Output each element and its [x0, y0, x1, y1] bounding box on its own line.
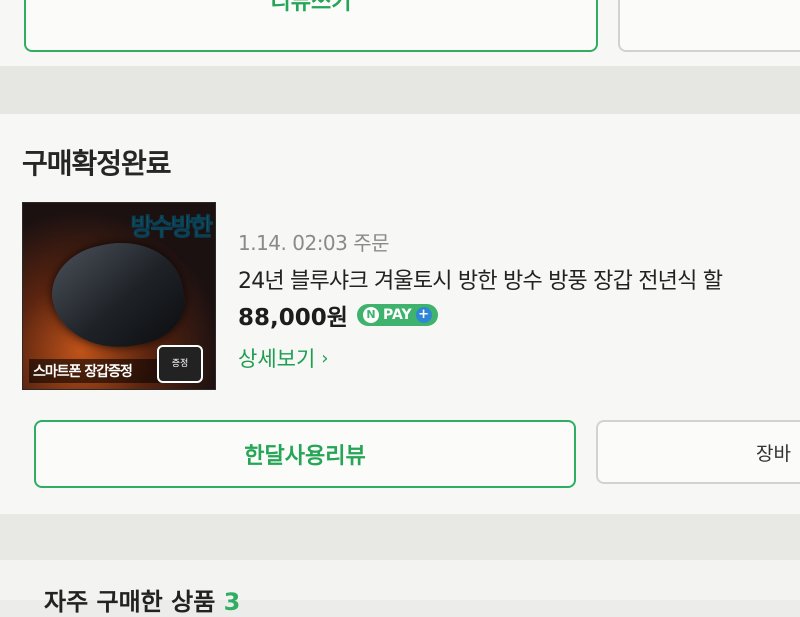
order-date: 1.14. 02:03 주문	[238, 231, 390, 255]
cart-button[interactable]: 장바	[596, 420, 800, 484]
detail-link[interactable]: 상세보기 ›	[238, 343, 328, 373]
thumbnail-sticker: 증정	[157, 345, 203, 383]
product-thumbnail[interactable]: 방수방한 스마트폰 장갑증정 증정	[22, 202, 216, 390]
previous-secondary-button[interactable]	[618, 0, 800, 52]
previous-order-card: 리뷰쓰기	[0, 0, 800, 66]
frequent-purchase-title-text: 자주 구매한 상품	[44, 588, 216, 616]
npay-plus-badge: N PAY +	[357, 304, 438, 326]
chevron-right-icon: ›	[321, 347, 329, 369]
plus-icon: +	[415, 307, 432, 323]
detail-link-label: 상세보기	[238, 347, 316, 371]
thumbnail-badge: 방수방한	[130, 213, 213, 242]
product-name-link[interactable]: 24년 블루샤크 겨울토시 방한 방수 방풍 장갑 전년식 할	[238, 263, 800, 295]
frequent-purchase-section: 자주 구매한 상품 3	[0, 560, 800, 616]
card-divider	[0, 66, 800, 114]
npay-label: PAY	[383, 307, 412, 323]
order-status-title: 구매확정완료	[22, 147, 172, 180]
card-divider-2	[0, 514, 800, 560]
previous-review-button-label: 리뷰쓰기	[270, 0, 352, 15]
frequent-purchase-count: 3	[223, 588, 241, 616]
month-review-button[interactable]: 한달사용리뷰	[34, 420, 576, 488]
previous-review-button[interactable]: 리뷰쓰기	[24, 0, 598, 52]
npay-n-icon: N	[363, 307, 379, 323]
order-card: 구매확정완료 방수방한 스마트폰 장갑증정 증정 1.14. 02:03 주문 …	[0, 114, 800, 514]
glove-image	[43, 230, 193, 361]
thumbnail-caption: 스마트폰 장갑증정	[29, 359, 177, 383]
product-price: 88,000원	[238, 305, 348, 331]
